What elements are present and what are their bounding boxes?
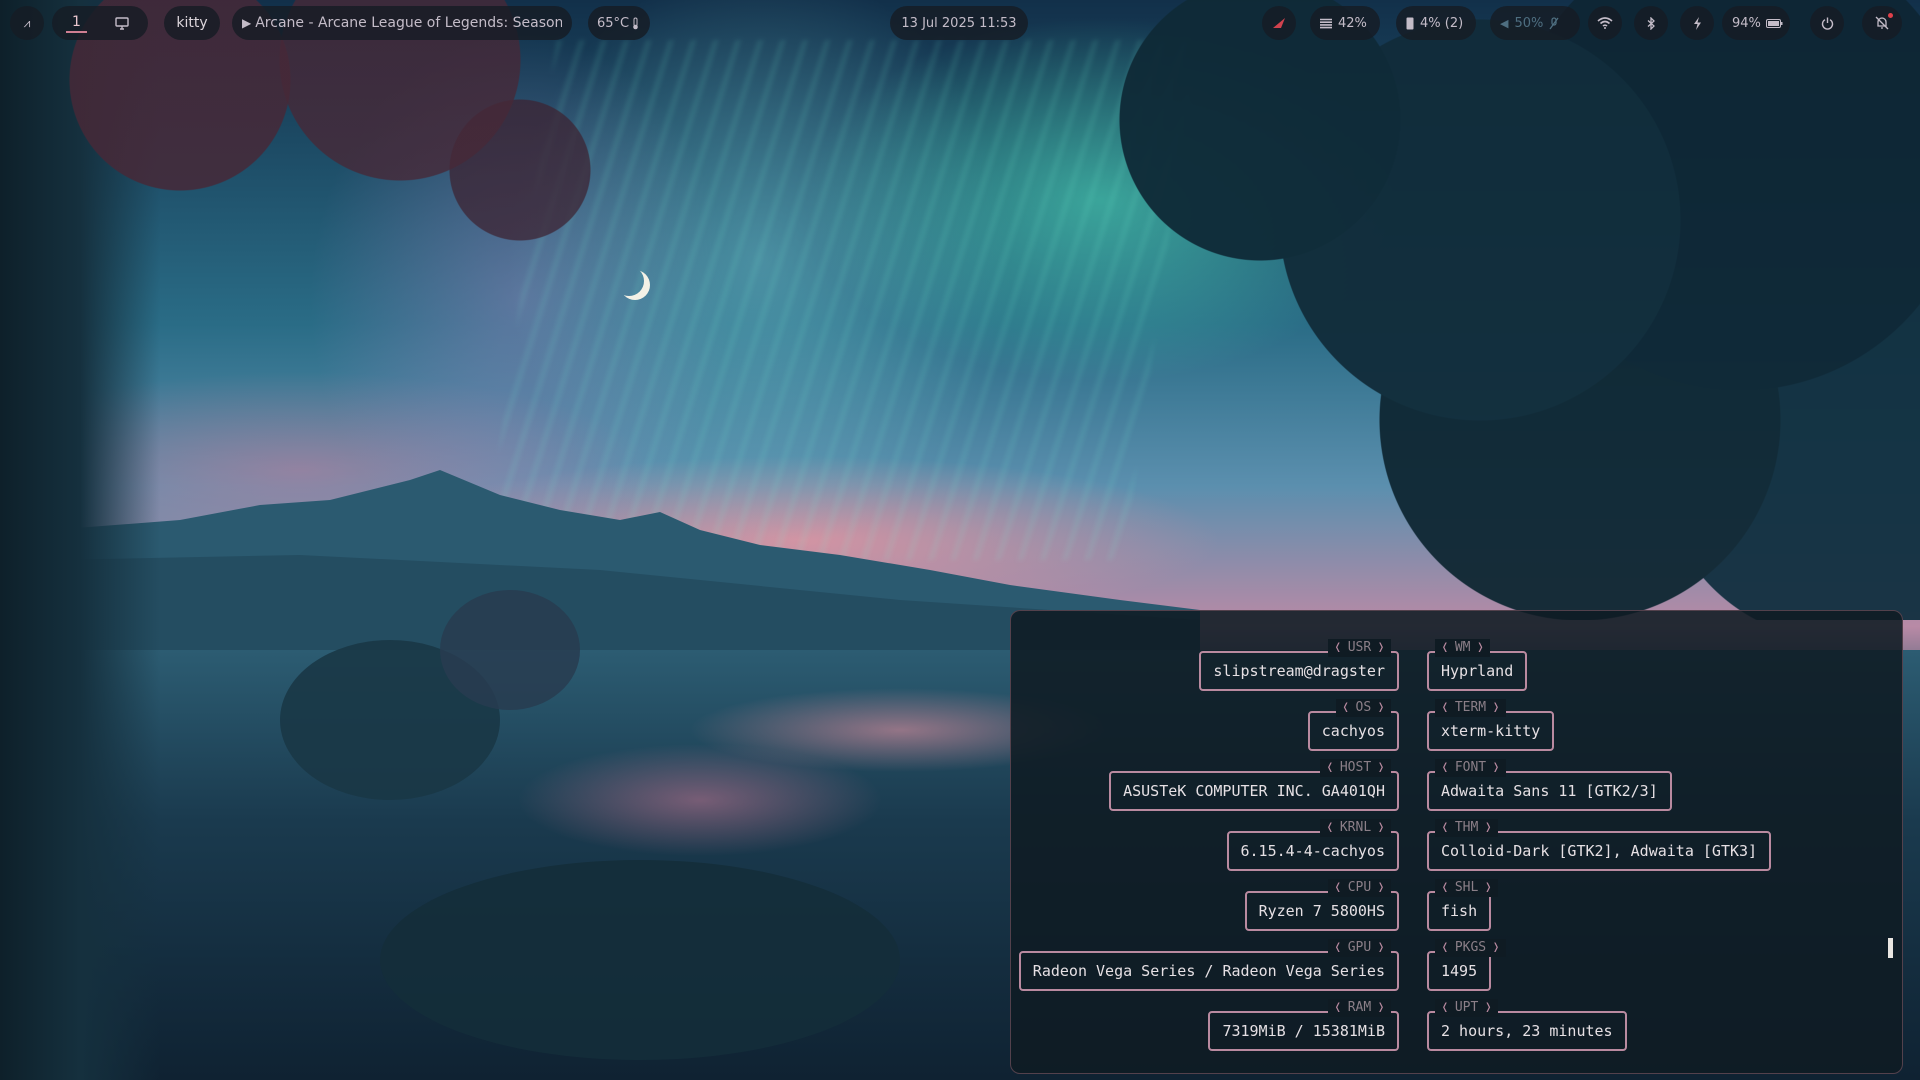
- battery-pill[interactable]: 94%: [1722, 6, 1790, 40]
- lightning-icon: [1693, 16, 1702, 30]
- fetch-kernel-label: KRNL: [1320, 819, 1391, 837]
- fetch-host-box: HOST ASUSTeK COMPUTER INC. GA401QH: [1109, 759, 1399, 811]
- clock-datetime: 13 Jul 2025 11:53: [901, 15, 1017, 31]
- fetch-wm-box: WM Hyprland: [1427, 639, 1528, 691]
- fetch-os-value: cachyos: [1321, 722, 1385, 740]
- right-tree-canopy: [1060, 0, 1920, 620]
- fetch-cpu-value: Ryzen 7 5800HS: [1258, 902, 1385, 920]
- fetch-wm-label: WM: [1435, 639, 1491, 657]
- fetch-font-box: FONT Adwaita Sans 11 [GTK2/3]: [1427, 759, 1672, 811]
- media-pill[interactable]: ▶ Arcane - Arcane League of Legends: Sea…: [232, 6, 572, 40]
- memory-icon: [1320, 18, 1332, 29]
- power-menu-pill[interactable]: [1810, 6, 1844, 40]
- fetch-wm-value: Hyprland: [1441, 662, 1514, 680]
- temperature-value: 65°C: [597, 15, 630, 31]
- shore-rocks: [380, 860, 900, 1060]
- notification-dot: [1888, 13, 1893, 18]
- fetch-packages-value: 1495: [1441, 962, 1478, 980]
- fetch-ram-label: RAM: [1327, 999, 1391, 1017]
- fetch-host-value: ASUSTeK COMPUTER INC. GA401QH: [1123, 782, 1385, 800]
- crescent-moon: [614, 266, 644, 296]
- fetch-usr-box: USR slipstream@dragster: [1199, 639, 1399, 691]
- fetch-theme-value: Colloid-Dark [GTK2], Adwaita [GTK3]: [1441, 842, 1758, 860]
- memory-usage: 42%: [1338, 15, 1367, 31]
- fetch-uptime-label: UPT: [1435, 999, 1499, 1017]
- kitty-terminal-window[interactable]: USR slipstream@dragster OS cachyos HOST …: [1010, 610, 1903, 1074]
- fetch-kernel-value: 6.15.4-4-cachyos: [1240, 842, 1386, 860]
- bluetooth-icon: [1647, 16, 1655, 30]
- cpu-usage: 4% (2): [1420, 15, 1464, 31]
- fetch-packages-box: PKGS 1495: [1427, 939, 1506, 991]
- fetch-theme-label: THM: [1435, 819, 1499, 837]
- cpu-pill[interactable]: 4% (2): [1396, 6, 1476, 40]
- fetch-ram-value: 7319MiB / 15381MiB: [1222, 1022, 1385, 1040]
- battery-icon: [1765, 18, 1783, 28]
- fetch-term-label: TERM: [1435, 699, 1506, 717]
- microphone-muted-icon[interactable]: [1549, 16, 1559, 30]
- rocket-icon: [1271, 16, 1287, 30]
- fetch-font-value: Adwaita Sans 11 [GTK2/3]: [1441, 782, 1658, 800]
- wifi-icon: [1597, 17, 1613, 29]
- terminal-cursor: [1888, 938, 1893, 958]
- bell-off-icon: [1875, 13, 1893, 30]
- fetch-usr-label: USR: [1327, 639, 1391, 657]
- thermometer-icon: [632, 17, 639, 30]
- fetch-os-box: OS cachyos: [1307, 699, 1399, 751]
- play-icon[interactable]: ▶: [242, 16, 251, 30]
- battery-level: 94%: [1732, 15, 1761, 31]
- speaker-icon[interactable]: ◀: [1500, 17, 1508, 30]
- fetch-term-box: TERM xterm-kitty: [1427, 699, 1555, 751]
- power-icon: [1821, 17, 1834, 30]
- notifications-pill[interactable]: [1862, 6, 1902, 40]
- active-window-class: kitty: [176, 15, 208, 31]
- fetch-theme-box: THM Colloid-Dark [GTK2], Adwaita [GTK3]: [1427, 819, 1772, 871]
- media-title: Arcane - Arcane League of Legends: Seaso…: [255, 15, 562, 31]
- memory-pill[interactable]: 42%: [1310, 6, 1380, 40]
- audio-pill[interactable]: ◀ 50%: [1490, 6, 1580, 40]
- fetch-font-label: FONT: [1435, 759, 1506, 777]
- fetch-os-label: OS: [1335, 699, 1391, 717]
- wifi-pill[interactable]: [1588, 6, 1622, 40]
- fetch-usr-value: slipstream@dragster: [1213, 662, 1385, 680]
- arch-logo-icon: ⩘: [23, 15, 31, 30]
- temperature-pill: 65°C: [588, 6, 650, 40]
- shore-tree: [440, 590, 580, 710]
- launcher-pill[interactable]: ⩘: [10, 6, 44, 40]
- fetch-term-value: xterm-kitty: [1441, 722, 1541, 740]
- monitor-icon[interactable]: [115, 16, 129, 30]
- fetch-uptime-box: UPT 2 hours, 23 minutes: [1427, 999, 1627, 1051]
- fetch-host-label: HOST: [1320, 759, 1391, 777]
- fetch-gpu-box: GPU Radeon Vega Series / Radeon Vega Ser…: [1018, 939, 1399, 991]
- fetch-shell-box: SHL fish: [1427, 879, 1499, 931]
- volume-level: 50%: [1514, 15, 1544, 31]
- bluetooth-pill[interactable]: [1634, 6, 1668, 40]
- cpu-icon: [1406, 17, 1414, 30]
- power-profile-pill[interactable]: [1680, 6, 1714, 40]
- gamemode-pill[interactable]: [1262, 6, 1296, 40]
- workspaces-pill: 1: [52, 6, 148, 40]
- fetch-gpu-label: GPU: [1327, 939, 1391, 957]
- fetch-uptime-value: 2 hours, 23 minutes: [1441, 1022, 1613, 1040]
- workspace-1[interactable]: 1: [66, 14, 87, 33]
- fetch-gpu-value: Radeon Vega Series / Radeon Vega Series: [1032, 962, 1385, 980]
- fetch-cpu-label: CPU: [1327, 879, 1391, 897]
- active-window-pill[interactable]: kitty: [164, 6, 220, 40]
- fetch-ram-box: RAM 7319MiB / 15381MiB: [1208, 999, 1399, 1051]
- fetch-kernel-box: KRNL 6.15.4-4-cachyos: [1226, 819, 1399, 871]
- clock-pill[interactable]: 13 Jul 2025 11:53: [890, 6, 1028, 40]
- fetch-packages-label: PKGS: [1435, 939, 1506, 957]
- fetch-cpu-box: CPU Ryzen 7 5800HS: [1244, 879, 1399, 931]
- fetch-shell-value: fish: [1441, 902, 1478, 920]
- fetch-shell-label: SHL: [1435, 879, 1499, 897]
- top-bar: ⩘ 1 kitty ▶ Arcane - Arcane League of Le…: [0, 0, 1920, 46]
